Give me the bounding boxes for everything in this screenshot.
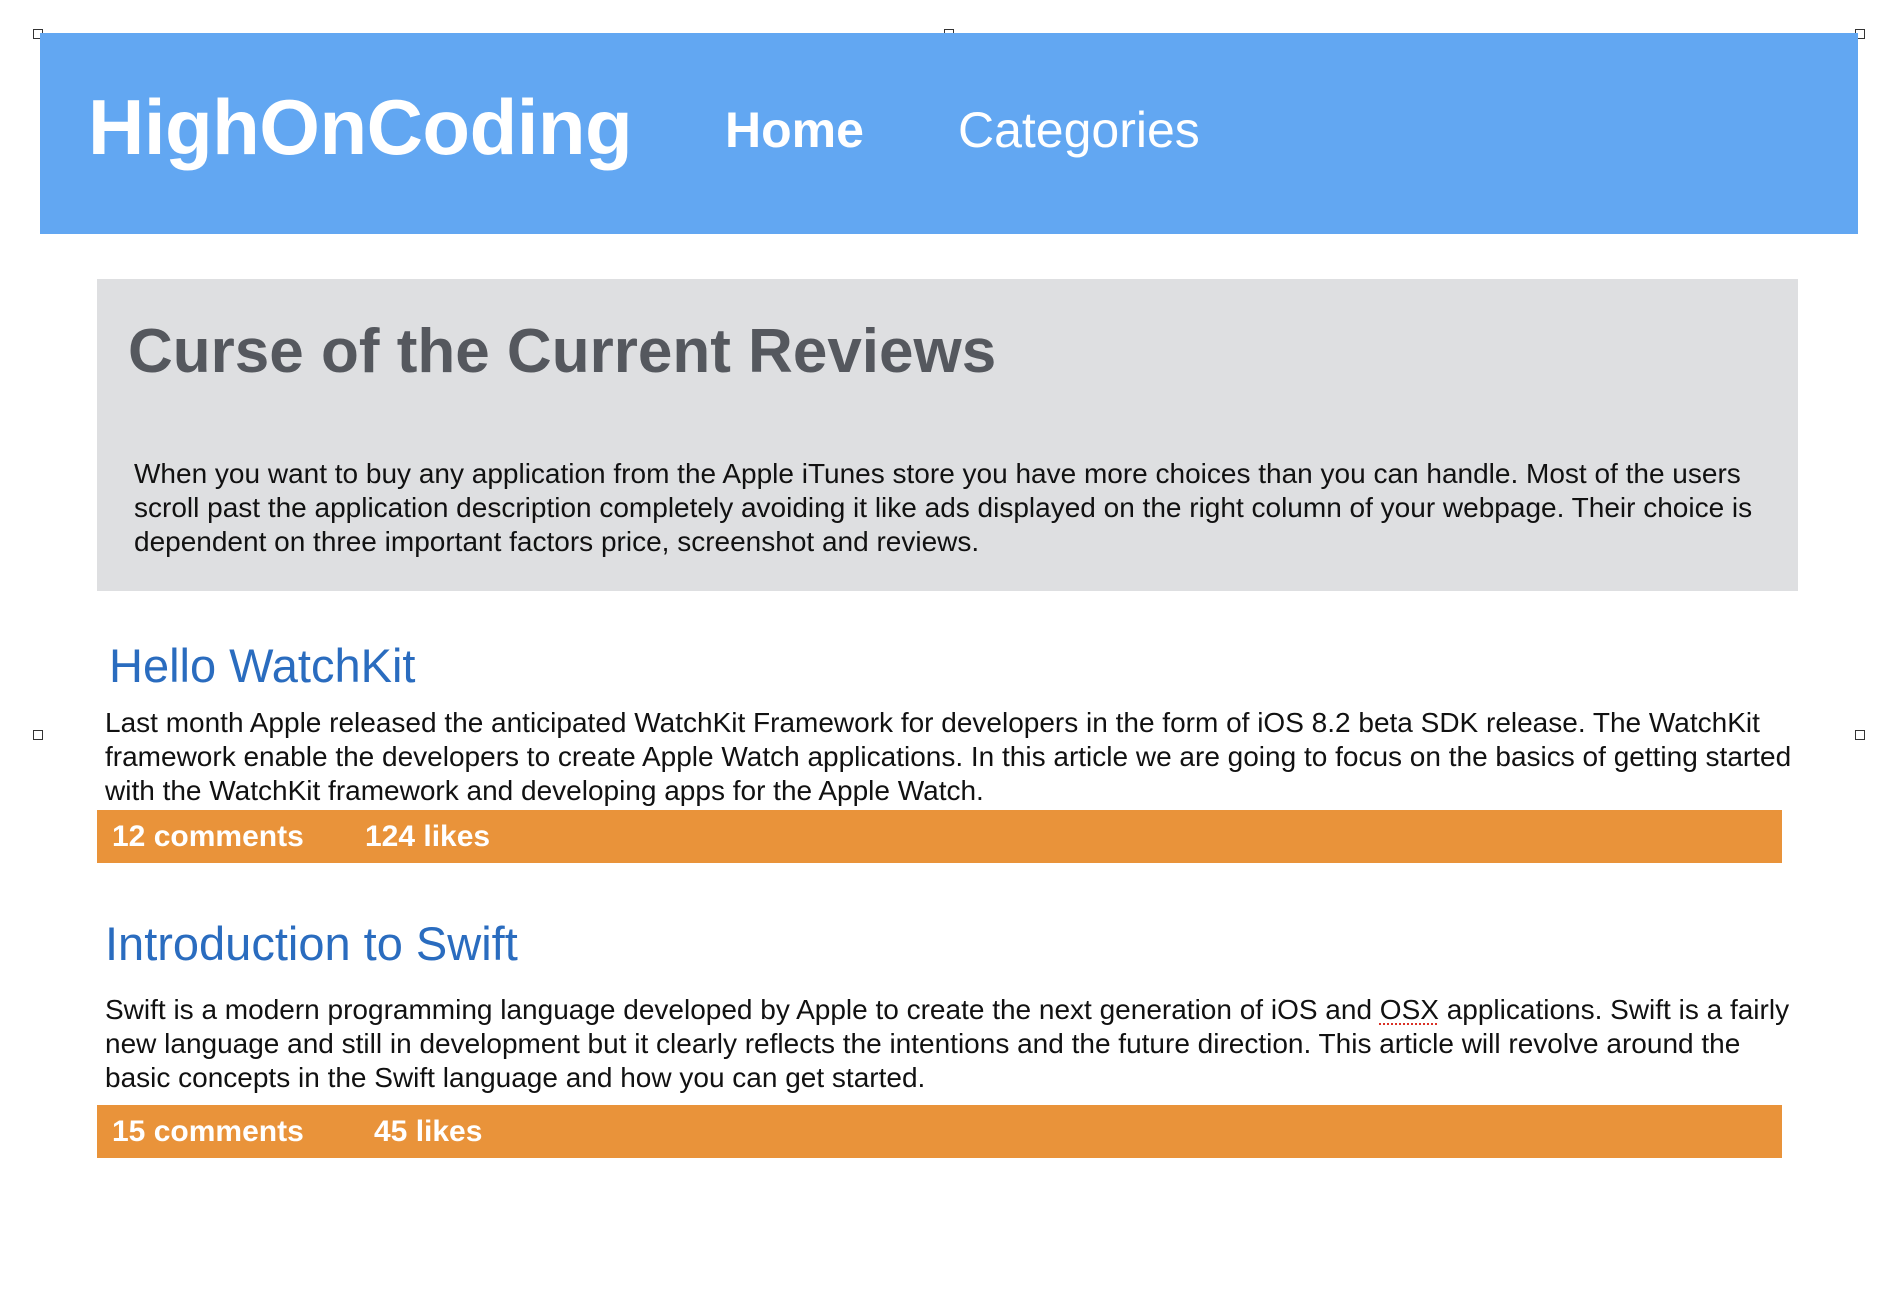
post-stats-bar: 15 comments 45 likes — [97, 1105, 1782, 1158]
post-title-hello-watchkit[interactable]: Hello WatchKit — [109, 642, 415, 689]
featured-article: Curse of the Current Reviews When you wa… — [97, 279, 1798, 591]
featured-article-title: Curse of the Current Reviews — [128, 317, 997, 386]
post-title-introduction-to-swift[interactable]: Introduction to Swift — [105, 920, 518, 967]
post-body-text-start: Swift is a modern programming language d… — [105, 994, 1380, 1025]
site-header: HighOnCoding Home Categories — [40, 33, 1858, 234]
likes-count[interactable]: 124 likes — [365, 822, 490, 852]
likes-count[interactable]: 45 likes — [374, 1117, 482, 1147]
page-canvas: HighOnCoding Home Categories Curse of th… — [0, 0, 1896, 1304]
resize-handle-middle-right[interactable] — [1855, 730, 1865, 740]
featured-article-text: When you want to buy any application fro… — [134, 458, 1753, 557]
nav-home-link[interactable]: Home — [725, 105, 864, 155]
site-logo[interactable]: HighOnCoding — [88, 88, 633, 166]
post-body-hello-watchkit: Last month Apple released the anticipate… — [105, 707, 1792, 806]
nav-categories-link[interactable]: Categories — [958, 105, 1200, 155]
post-stats-bar: 12 comments 124 likes — [97, 810, 1782, 863]
post-body-introduction-to-swift: Swift is a modern programming language d… — [105, 993, 1795, 1095]
resize-handle-middle-left[interactable] — [33, 730, 43, 740]
comments-count[interactable]: 12 comments — [112, 822, 304, 852]
comments-count[interactable]: 15 comments — [112, 1117, 304, 1147]
spellcheck-flagged-word[interactable]: OSX — [1380, 994, 1439, 1025]
